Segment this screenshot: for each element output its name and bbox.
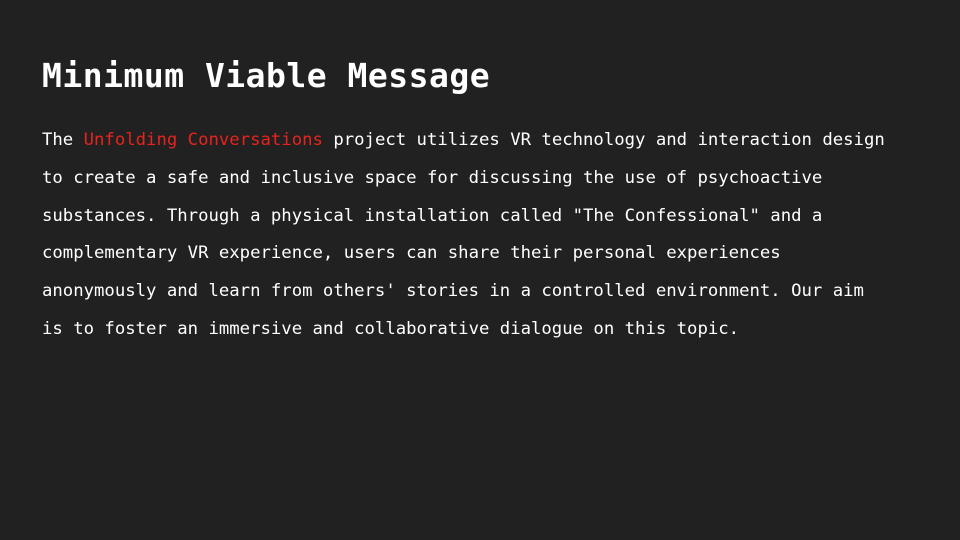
body-line-6: is to foster an immersive and collaborat…: [42, 318, 740, 339]
body-line-5: anonymously and learn from others' stori…: [42, 281, 864, 302]
slide-title: Minimum Viable Message: [42, 56, 491, 95]
body-line-1: The Unfolding Conversations project util…: [42, 122, 922, 160]
body-line-3: substances. Through a physical installat…: [42, 205, 823, 226]
body-line-2: to create a safe and inclusive space for…: [42, 167, 823, 188]
body-line-1-suffix: project utilizes VR technology and inter…: [322, 130, 885, 150]
body-line-4: complementary VR experience, users can s…: [42, 243, 781, 264]
body-line-1-prefix: The: [42, 130, 84, 150]
slide: Minimum Viable Message The Unfolding Con…: [0, 0, 960, 540]
project-name-highlight: Unfolding Conversations: [83, 130, 323, 150]
body-paragraph: The Unfolding Conversations project util…: [42, 122, 922, 349]
